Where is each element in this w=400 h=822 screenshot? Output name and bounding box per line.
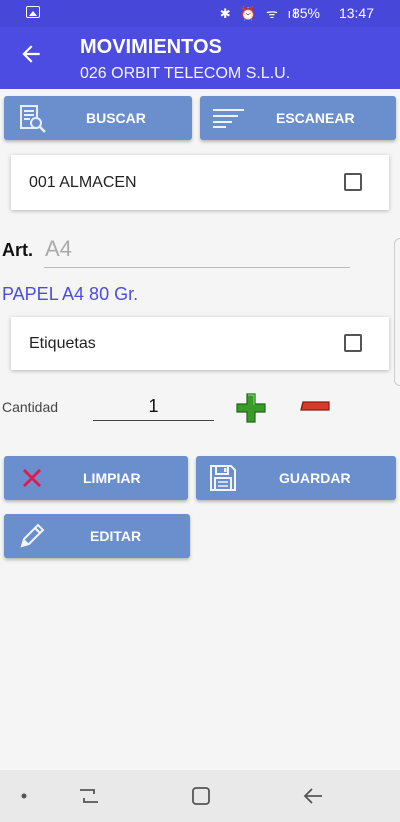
side-scroll-indicator: [394, 238, 400, 386]
warehouse-card[interactable]: 001 ALMACEN: [11, 155, 389, 210]
edit-button-label: EDITAR: [90, 528, 142, 544]
floppy-disk-icon: [208, 463, 238, 496]
company-subtitle: 026 ORBIT TELECOM S.L.U.: [80, 65, 291, 82]
clock: 13:47: [338, 5, 374, 21]
clear-x-icon: [20, 466, 44, 493]
nav-dot-icon[interactable]: [14, 770, 34, 822]
article-label: Art.: [2, 240, 33, 260]
system-navigation-bar: [0, 770, 400, 822]
edit-button[interactable]: EDITAR: [4, 514, 190, 558]
warehouse-label: 001 ALMACEN: [29, 173, 137, 191]
scan-button-label: ESCANEAR: [276, 110, 355, 126]
status-bar: ✱ ⏰ ᯤ ıl 85% 13:47: [0, 0, 400, 27]
home-icon[interactable]: [186, 770, 216, 822]
search-button[interactable]: BUSCAR: [4, 96, 192, 140]
recent-apps-icon[interactable]: [74, 770, 104, 822]
article-name: PAPEL A4 80 Gr.: [2, 284, 139, 304]
article-code-input[interactable]: A4: [44, 234, 350, 268]
warehouse-checkbox[interactable]: [344, 173, 362, 191]
save-button[interactable]: GUARDAR: [196, 456, 396, 500]
labels-option-label: Etiquetas: [29, 334, 96, 352]
back-nav-icon[interactable]: [298, 770, 328, 822]
page-title: MOVIMIENTOS: [80, 36, 222, 58]
back-arrow-icon[interactable]: [18, 41, 46, 69]
labels-checkbox[interactable]: [344, 334, 362, 352]
search-document-icon: [18, 104, 48, 137]
back-arrow-icon-svg: [22, 45, 40, 63]
minus-icon[interactable]: [299, 398, 331, 419]
plus-icon[interactable]: [235, 392, 267, 429]
gallery-notification-icon: [26, 6, 40, 18]
quantity-input[interactable]: 1: [93, 393, 214, 421]
app-bar: MOVIMIENTOS 026 ORBIT TELECOM S.L.U.: [0, 27, 400, 89]
labels-card[interactable]: Etiquetas: [11, 317, 389, 370]
clear-button[interactable]: LIMPIAR: [4, 456, 188, 500]
scan-lines-icon: [212, 108, 246, 131]
search-button-label: BUSCAR: [86, 110, 146, 126]
status-icons: ✱ ⏰ ᯤ ıl: [219, 6, 300, 21]
scan-button[interactable]: ESCANEAR: [200, 96, 396, 140]
pencil-icon: [16, 520, 48, 555]
clear-button-label: LIMPIAR: [83, 470, 141, 486]
battery-level: 85%: [291, 5, 320, 21]
save-button-label: GUARDAR: [279, 470, 351, 486]
quantity-label: Cantidad: [2, 399, 59, 415]
